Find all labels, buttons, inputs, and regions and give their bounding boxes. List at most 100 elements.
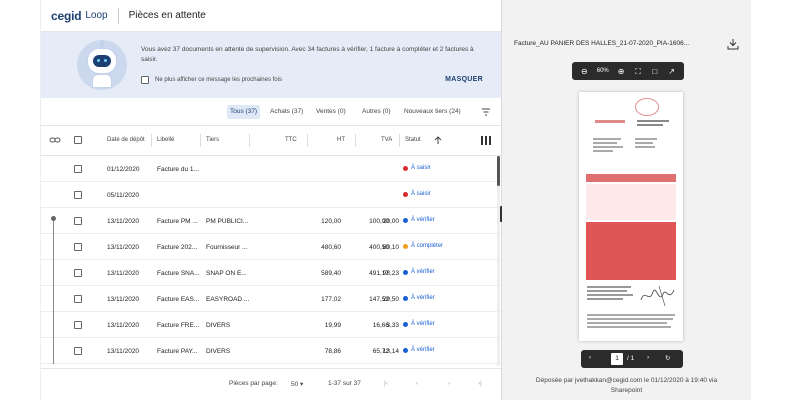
cell-libelle: Facture du 1...: [157, 166, 199, 173]
status-badge: À saisir: [403, 191, 431, 197]
col-ht[interactable]: HT: [337, 137, 345, 143]
open-external-icon[interactable]: ↗: [667, 67, 676, 76]
filter-achats[interactable]: Achats (37): [267, 105, 306, 119]
cell-date: 13/11/2020: [107, 270, 140, 277]
documents-table: 01/12/2020 Facture du 1... À saisir 05/1…: [41, 156, 501, 364]
cell-date: 13/11/2020: [107, 244, 140, 251]
cell-ttc: 19,99: [324, 322, 341, 329]
preview-filename: Facture_AU PANIER DES HALLES_21-07-2020_…: [514, 40, 690, 47]
hide-banner-button[interactable]: MASQUER: [445, 76, 483, 83]
invoice-thumbnail: [579, 92, 683, 341]
row-checkbox[interactable]: [74, 243, 82, 251]
col-separator: [200, 134, 201, 147]
table-scrollbar[interactable]: [497, 156, 500, 366]
status-badge: À vérifier: [403, 321, 435, 327]
deposit-info: Déposée par jvethakkan@cegid.com le 01/1…: [535, 377, 718, 394]
table-row[interactable]: 13/11/2020 Facture PM ... PM PUBLICI... …: [41, 208, 501, 234]
status-dot: [403, 269, 408, 275]
file-icon[interactable]: □: [650, 67, 659, 76]
col-date[interactable]: Date de dépôt: [107, 137, 145, 143]
table-row[interactable]: 05/11/2020 À saisir: [41, 182, 501, 208]
cell-ttc: 589,40: [321, 270, 341, 277]
cell-ttc: 177,02: [321, 296, 341, 303]
cell-date: 05/11/2020: [107, 192, 140, 199]
status-dot: [403, 295, 408, 301]
next-page-icon[interactable]: ›: [448, 380, 450, 387]
filter-icon[interactable]: [481, 107, 491, 117]
status-badge: À saisir: [403, 165, 431, 171]
header-divider: [117, 7, 119, 24]
brand-product: Loop: [85, 10, 108, 21]
table-header: Date de dépôt Libellé Tiers TTC HT TVA S…: [41, 126, 501, 156]
filter-tous[interactable]: Tous (37): [227, 105, 261, 119]
row-checkbox[interactable]: [74, 165, 82, 173]
row-checkbox[interactable]: [74, 321, 82, 329]
download-icon[interactable]: [727, 38, 739, 50]
cell-date: 13/11/2020: [107, 322, 140, 329]
filter-autres[interactable]: Autres (0): [359, 105, 394, 119]
columns-icon[interactable]: [481, 136, 491, 145]
row-checkbox[interactable]: [74, 191, 82, 199]
first-page-icon[interactable]: |‹: [384, 380, 388, 387]
table-row[interactable]: 13/11/2020 Facture PAY... DIVERS 78,86 6…: [41, 338, 501, 364]
row-checkbox[interactable]: [74, 347, 82, 355]
col-statut[interactable]: Statut: [405, 137, 421, 143]
row-checkbox[interactable]: [74, 269, 82, 277]
timeline-line: [53, 218, 54, 364]
col-separator: [151, 134, 152, 147]
status-badge: À vérifier: [403, 217, 435, 223]
row-checkbox[interactable]: [74, 217, 82, 225]
cell-tiers: PM PUBLICI...: [206, 218, 249, 225]
zoom-out-icon[interactable]: ⊖: [580, 67, 589, 76]
fullscreen-icon[interactable]: ⛶: [633, 67, 642, 76]
next-page-icon[interactable]: ›: [647, 354, 649, 361]
table-row[interactable]: 13/11/2020 Facture EAS... EASYROAD ... 1…: [41, 286, 501, 312]
col-separator: [399, 134, 400, 147]
brand-logo[interactable]: cegid: [51, 9, 82, 23]
last-page-icon[interactable]: ›|: [478, 380, 482, 387]
document-preview-panel: Facture_AU PANIER DES HALLES_21-07-2020_…: [502, 0, 751, 400]
col-separator: [307, 134, 308, 147]
filter-nouveaux-tiers[interactable]: Nouveaux tiers (24): [401, 105, 464, 119]
select-all-checkbox[interactable]: [74, 136, 82, 144]
cell-tiers: Fournisseur ...: [206, 244, 248, 251]
cell-tva: 3,33: [386, 322, 399, 329]
page-title: Pièces en attente: [128, 10, 206, 21]
cell-tiers: SNAP ON E...: [206, 270, 247, 277]
zoom-level: 60%: [596, 68, 609, 74]
prev-page-icon[interactable]: ‹: [589, 354, 591, 361]
table-row[interactable]: 13/11/2020 Facture 202... Fournisseur ..…: [41, 234, 501, 260]
per-page-select[interactable]: 50 ▾: [291, 380, 303, 388]
col-tiers[interactable]: Tiers: [206, 137, 219, 143]
col-separator: [249, 134, 250, 147]
dont-show-again[interactable]: Ne plus afficher ce message les prochain…: [141, 76, 282, 84]
dont-show-label: Ne plus afficher ce message les prochain…: [155, 77, 282, 83]
sort-arrow-up-icon[interactable]: [434, 136, 442, 145]
cell-tiers: DIVERS: [206, 348, 231, 355]
table-row[interactable]: 13/11/2020 Facture SNA... SNAP ON E... 5…: [41, 260, 501, 286]
cell-libelle: Facture 202...: [157, 244, 198, 251]
row-checkbox[interactable]: [74, 295, 82, 303]
pagination-bar: Pièces par page: 50 ▾ 1-37 sur 37 |‹ ‹ ›…: [41, 368, 501, 400]
page-input[interactable]: 1: [611, 353, 623, 365]
prev-page-icon[interactable]: ‹: [416, 380, 418, 387]
col-libelle[interactable]: Libellé: [157, 137, 174, 143]
top-bar: cegid Loop Pièces en attente: [41, 0, 501, 32]
zoom-in-icon[interactable]: ⊕: [617, 67, 626, 76]
cell-libelle: Facture EAS...: [157, 296, 200, 303]
status-dot: [403, 243, 408, 249]
per-page-label: Pièces par page:: [229, 380, 278, 387]
table-scrollbar-thumb[interactable]: [497, 156, 500, 186]
col-ttc[interactable]: TTC: [285, 137, 297, 143]
status-badge: À compléter: [403, 243, 443, 249]
app-frame: cegid Loop Pièces en attente Vous avez 3…: [40, 0, 751, 400]
filter-ventes[interactable]: Ventes (0): [313, 105, 349, 119]
table-row[interactable]: 13/11/2020 Facture FRE... DIVERS 19,99 1…: [41, 312, 501, 338]
dont-show-checkbox[interactable]: [141, 76, 149, 84]
col-tva[interactable]: TVA: [381, 137, 392, 143]
table-row[interactable]: 01/12/2020 Facture du 1... À saisir: [41, 156, 501, 182]
rotate-icon[interactable]: ↻: [665, 354, 670, 362]
link-icon[interactable]: [49, 135, 61, 145]
page-navigator: ‹ 1 / 1 › ↻: [581, 350, 683, 368]
timeline-node: [51, 216, 56, 221]
